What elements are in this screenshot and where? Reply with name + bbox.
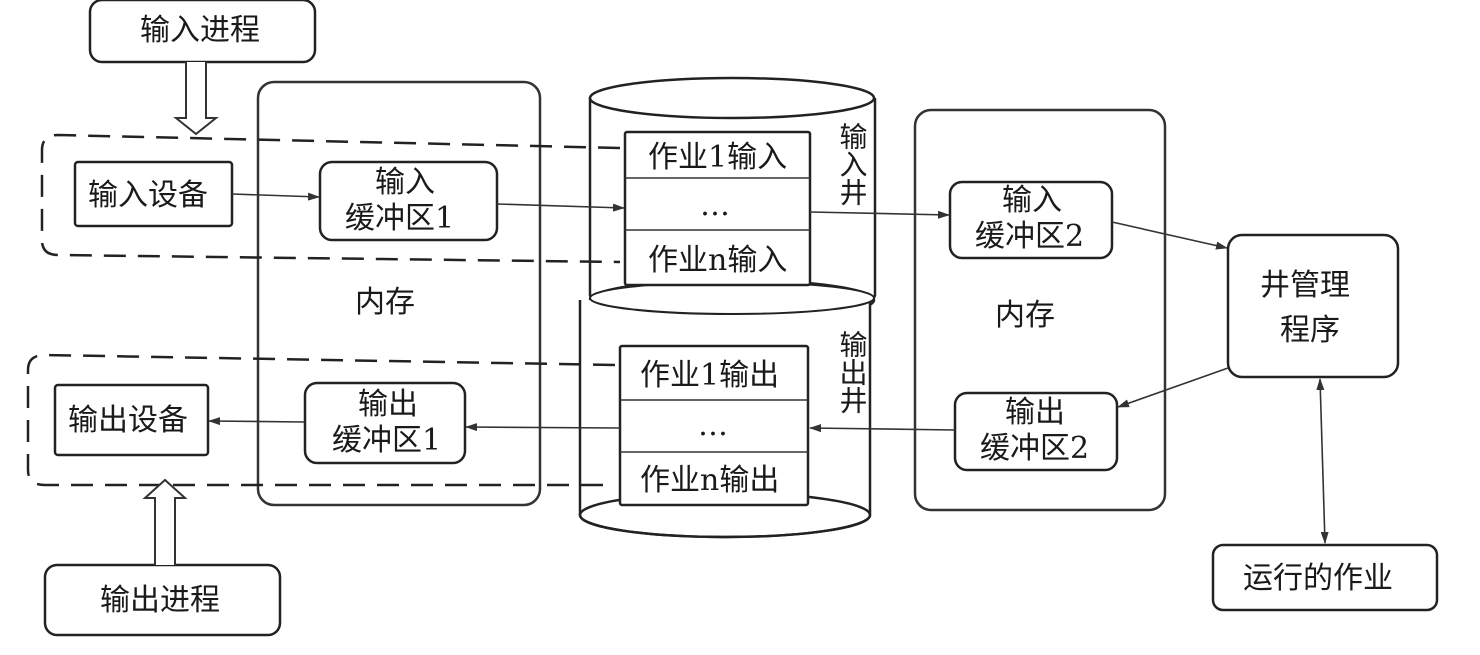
output-well-table: 作业1输出 … 作业n输出 — [618, 344, 810, 507]
spooling-diagram: 内存 内存 作业1输入 … 作业n输入 输入井 作业1输出 … 作业n输出 输出… — [26, 0, 1439, 637]
arrow-outbuffer1-to-device — [208, 417, 306, 426]
output-buffer-2-label: 缓冲区2 — [980, 431, 1089, 466]
input-buffer-1-label: 缓冲区1 — [345, 201, 454, 236]
output-well-row: 作业n输出 — [640, 463, 779, 498]
input-buffer-1-label: 输入 — [375, 165, 435, 200]
hollow-arrow-up-icon — [142, 478, 188, 565]
well-manager-label: 井管理 — [1260, 268, 1350, 303]
input-well-row: 作业n输入 — [648, 243, 787, 278]
output-well-row: … — [698, 408, 728, 443]
well-manager-label: 程序 — [1280, 313, 1340, 348]
output-buffer-1-label: 缓冲区1 — [332, 423, 441, 458]
input-well-row: … — [700, 188, 730, 223]
running-job-label: 运行的作业 — [1243, 561, 1393, 596]
well-manager-box — [1226, 233, 1400, 379]
hollow-arrow-down-icon — [173, 62, 219, 136]
memory-right-label: 内存 — [995, 298, 1055, 333]
input-buffer-2-label: 输入 — [1002, 183, 1062, 218]
output-device-label: 输出设备 — [68, 403, 188, 438]
input-buffer-2-label: 缓冲区2 — [975, 219, 1084, 254]
output-buffer-1-label: 输出 — [358, 387, 418, 422]
input-well-row: 作业1输入 — [648, 140, 787, 175]
output-well-label: 输出井 — [836, 330, 869, 414]
output-well-row: 作业1输出 — [640, 358, 779, 393]
input-device-label: 输入设备 — [88, 178, 208, 213]
output-process-label: 输出进程 — [100, 583, 220, 618]
output-buffer-2-label: 输出 — [1005, 395, 1065, 430]
arrow-manager-running-job — [1316, 378, 1329, 544]
input-process-label: 输入进程 — [140, 13, 260, 48]
input-well-label: 输入井 — [836, 122, 869, 206]
arrow-output-well-to-outbuffer1 — [465, 423, 621, 432]
memory-left-label: 内存 — [355, 285, 415, 320]
input-well-table: 作业1输入 … 作业n输入 — [623, 130, 812, 287]
